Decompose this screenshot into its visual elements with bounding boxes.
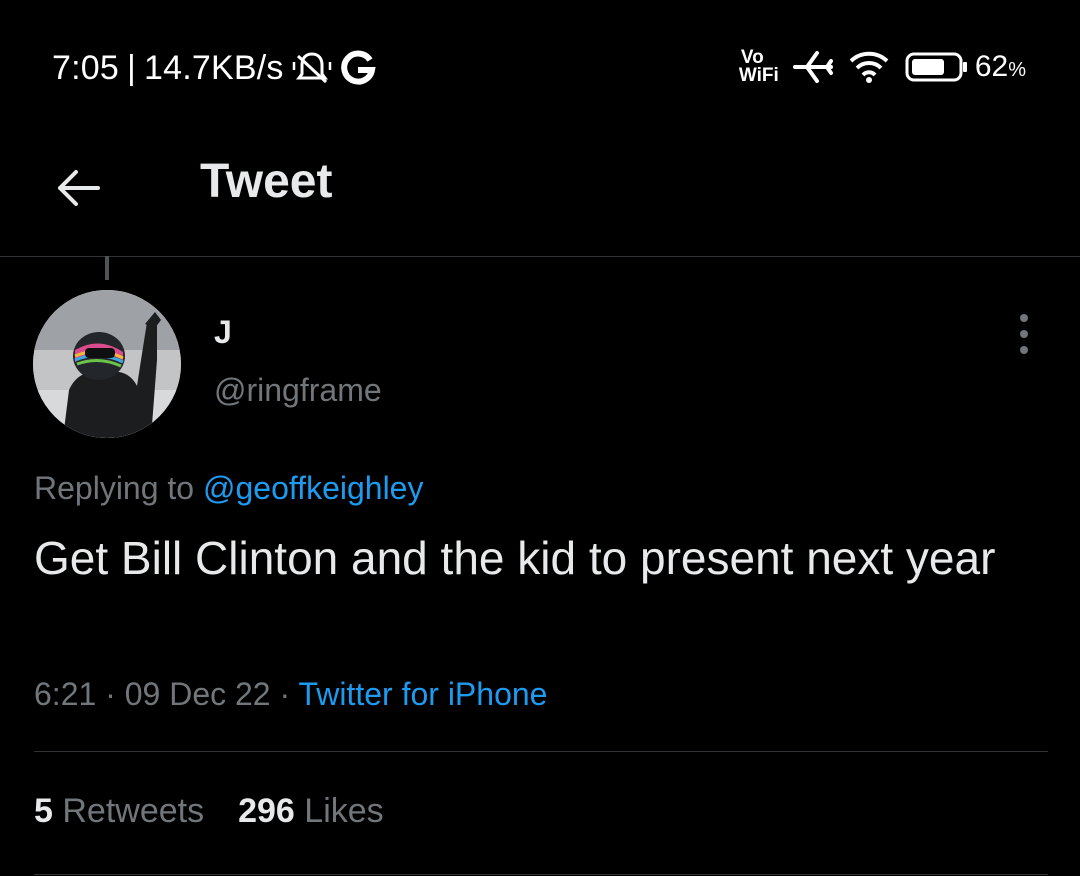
more-dot-icon bbox=[1020, 330, 1028, 338]
retweets-stat[interactable]: 5 Retweets bbox=[34, 792, 204, 831]
avatar[interactable] bbox=[33, 290, 181, 438]
tweet-text: Get Bill Clinton and the kid to present … bbox=[34, 532, 996, 584]
battery-unit: % bbox=[1008, 59, 1026, 81]
tweet-time: 6:21 bbox=[34, 676, 97, 712]
battery-icon bbox=[905, 51, 969, 83]
likes-label: Likes bbox=[304, 792, 384, 830]
vowifi-wifi: WiFi bbox=[738, 65, 779, 86]
wifi-signal-icon bbox=[847, 49, 891, 85]
airplane-icon bbox=[792, 49, 833, 85]
clock: 7:05 bbox=[52, 48, 119, 87]
status-bar: 7:05 | 14.7KB/s Vo WiFi 62% bbox=[0, 0, 1080, 130]
tweet-date: 09 Dec 22 bbox=[124, 676, 271, 712]
status-bar-right: Vo WiFi 62% bbox=[739, 42, 1026, 92]
silent-bell-icon bbox=[292, 50, 332, 86]
retweets-label: Retweets bbox=[62, 792, 205, 830]
replying-to-line: Replying to @geoffkeighley bbox=[34, 470, 423, 507]
google-g-icon bbox=[340, 50, 376, 86]
thread-connector-line bbox=[105, 256, 109, 280]
tweet-stats: 5 Retweets 296 Likes bbox=[34, 792, 418, 831]
network-speed: 14.7KB/s bbox=[144, 48, 284, 87]
likes-count: 296 bbox=[238, 792, 295, 830]
divider bbox=[34, 874, 1048, 875]
back-button[interactable] bbox=[48, 158, 108, 218]
tweet-author-handle[interactable]: @ringframe bbox=[214, 372, 382, 409]
meta-separator: · bbox=[105, 676, 116, 712]
vowifi-indicator: Vo WiFi bbox=[738, 48, 779, 86]
status-bar-left: 7:05 | 14.7KB/s bbox=[52, 46, 376, 90]
meta-separator: · bbox=[279, 676, 291, 712]
tweet-meta: 6:21 · 09 Dec 22 · Twitter for iPhone bbox=[34, 676, 547, 713]
more-options-button[interactable] bbox=[1008, 314, 1040, 354]
tweet-source-link[interactable]: Twitter for iPhone bbox=[298, 676, 547, 712]
retweets-count: 5 bbox=[34, 792, 53, 830]
divider bbox=[34, 751, 1048, 752]
more-dot-icon bbox=[1020, 314, 1028, 322]
page-title: Tweet bbox=[200, 155, 333, 208]
top-app-bar: Tweet bbox=[0, 130, 1080, 257]
tweet-author-name[interactable]: J bbox=[214, 314, 232, 351]
status-separator: | bbox=[126, 48, 137, 87]
more-dot-icon bbox=[1020, 346, 1028, 354]
replying-to-label: Replying to bbox=[34, 470, 195, 506]
likes-stat[interactable]: 296 Likes bbox=[238, 792, 384, 831]
arrow-left-icon bbox=[58, 170, 100, 206]
battery-value: 62 bbox=[974, 50, 1009, 83]
replying-to-mention-link[interactable]: @geoffkeighley bbox=[203, 470, 423, 506]
battery-percent: 62% bbox=[975, 50, 1026, 84]
